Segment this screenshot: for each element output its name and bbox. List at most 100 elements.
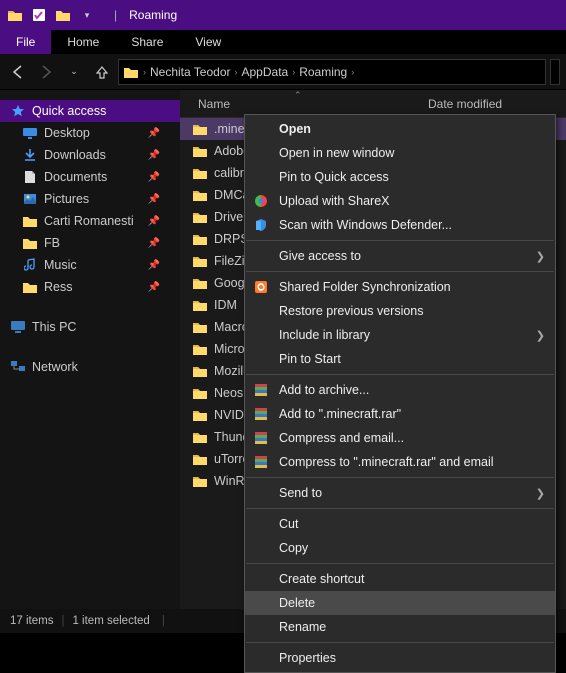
breadcrumb[interactable]: Roaming› bbox=[299, 65, 354, 79]
menu-item[interactable]: Properties bbox=[245, 646, 555, 670]
menu-item[interactable]: Cut bbox=[245, 512, 555, 536]
folder-icon bbox=[22, 236, 38, 250]
menu-item-label: Compress to ".minecraft.rar" and email bbox=[279, 455, 494, 469]
nav-label: Ress bbox=[44, 280, 72, 294]
menu-item-label: Restore previous versions bbox=[279, 304, 424, 318]
folder-icon[interactable] bbox=[4, 4, 26, 26]
menu-item[interactable]: Delete bbox=[245, 591, 555, 615]
folder-icon bbox=[192, 276, 208, 290]
menu-separator bbox=[246, 271, 554, 272]
menu-item[interactable]: Shared Folder Synchronization bbox=[245, 275, 555, 299]
menu-item[interactable]: Open bbox=[245, 117, 555, 141]
menu-item-label: Add to archive... bbox=[279, 383, 369, 397]
pin-icon: 📌 bbox=[148, 128, 160, 139]
recent-dropdown[interactable]: ⌄ bbox=[62, 60, 86, 84]
back-button[interactable] bbox=[6, 60, 30, 84]
folder-icon bbox=[192, 254, 208, 268]
nav-item[interactable]: Ress 📌 bbox=[0, 276, 180, 298]
folder-icon bbox=[192, 122, 208, 136]
folder-icon bbox=[192, 166, 208, 180]
nav-item[interactable]: Desktop 📌 bbox=[0, 122, 180, 144]
column-name[interactable]: Name ⌃ bbox=[180, 97, 420, 111]
menu-item-label: Include in library bbox=[279, 328, 370, 342]
menu-item-label: Open bbox=[279, 122, 311, 136]
menu-separator bbox=[246, 563, 554, 564]
menu-item[interactable]: Send to❯ bbox=[245, 481, 555, 505]
tab-file[interactable]: File bbox=[0, 30, 51, 54]
folder-icon bbox=[192, 232, 208, 246]
breadcrumb[interactable]: AppData› bbox=[242, 65, 296, 79]
menu-item-label: Rename bbox=[279, 620, 326, 634]
tab-home[interactable]: Home bbox=[51, 30, 115, 54]
menu-item[interactable]: Rename bbox=[245, 615, 555, 639]
folder-icon bbox=[192, 320, 208, 334]
folder-icon bbox=[22, 280, 38, 294]
music-icon bbox=[22, 258, 38, 272]
nav-this-pc[interactable]: This PC bbox=[0, 316, 180, 338]
nav-label: Pictures bbox=[44, 192, 89, 206]
folder-icon bbox=[192, 474, 208, 488]
menu-item[interactable]: Open in new window bbox=[245, 141, 555, 165]
folder-icon-2[interactable] bbox=[52, 4, 74, 26]
breadcrumb-sep[interactable]: › bbox=[143, 67, 146, 77]
pin-icon: 📌 bbox=[148, 260, 160, 271]
nav-item[interactable]: Pictures 📌 bbox=[0, 188, 180, 210]
menu-item[interactable]: Include in library❯ bbox=[245, 323, 555, 347]
properties-icon[interactable] bbox=[28, 4, 50, 26]
nav-label: Quick access bbox=[32, 104, 106, 118]
menu-item[interactable]: Scan with Windows Defender... bbox=[245, 213, 555, 237]
nav-item[interactable]: Documents 📌 bbox=[0, 166, 180, 188]
folder-icon bbox=[192, 452, 208, 466]
folder-icon bbox=[192, 430, 208, 444]
tab-view[interactable]: View bbox=[179, 30, 237, 54]
up-button[interactable] bbox=[90, 60, 114, 84]
menu-item[interactable]: Create shortcut bbox=[245, 567, 555, 591]
winrar-icon bbox=[253, 406, 269, 422]
nav-label: FB bbox=[44, 236, 60, 250]
folder-icon bbox=[192, 188, 208, 202]
folder-icon bbox=[192, 298, 208, 312]
menu-item[interactable]: Add to ".minecraft.rar" bbox=[245, 402, 555, 426]
menu-item[interactable]: Upload with ShareX bbox=[245, 189, 555, 213]
desktop-icon bbox=[22, 126, 38, 140]
window-title: Roaming bbox=[123, 8, 177, 22]
ribbon-tabs: File Home Share View bbox=[0, 30, 566, 54]
nav-item[interactable]: Carti Romanesti 📌 bbox=[0, 210, 180, 232]
column-date-modified[interactable]: Date modified bbox=[420, 97, 566, 111]
menu-item[interactable]: Restore previous versions bbox=[245, 299, 555, 323]
menu-item[interactable]: Give access to❯ bbox=[245, 244, 555, 268]
menu-item-label: Create shortcut bbox=[279, 572, 364, 586]
pin-icon: 📌 bbox=[148, 150, 160, 161]
menu-item[interactable]: Compress to ".minecraft.rar" and email bbox=[245, 450, 555, 474]
forward-button[interactable] bbox=[34, 60, 58, 84]
pin-icon: 📌 bbox=[148, 172, 160, 183]
menu-item-label: Upload with ShareX bbox=[279, 194, 389, 208]
nav-item[interactable]: Downloads 📌 bbox=[0, 144, 180, 166]
breadcrumb[interactable]: Nechita Teodor› bbox=[150, 65, 238, 79]
title-bar: ▾ | Roaming bbox=[0, 0, 566, 30]
status-sep: | bbox=[162, 615, 165, 627]
menu-separator bbox=[246, 508, 554, 509]
menu-item-label: Delete bbox=[279, 596, 315, 610]
nav-quick-access[interactable]: Quick access bbox=[0, 100, 180, 122]
nav-item[interactable]: FB 📌 bbox=[0, 232, 180, 254]
search-input[interactable] bbox=[550, 59, 560, 85]
folder-icon bbox=[192, 144, 208, 158]
nav-network[interactable]: Network bbox=[0, 356, 180, 378]
winrar-icon bbox=[253, 382, 269, 398]
nav-label: Carti Romanesti bbox=[44, 214, 134, 228]
tab-share[interactable]: Share bbox=[115, 30, 179, 54]
menu-item[interactable]: Compress and email... bbox=[245, 426, 555, 450]
folder-icon bbox=[123, 65, 139, 79]
menu-item[interactable]: Pin to Quick access bbox=[245, 165, 555, 189]
menu-item[interactable]: Add to archive... bbox=[245, 378, 555, 402]
address-bar[interactable]: › Nechita Teodor› AppData› Roaming› bbox=[118, 59, 546, 85]
qat-dropdown-icon[interactable]: ▾ bbox=[76, 4, 98, 26]
nav-label: Desktop bbox=[44, 126, 90, 140]
folder-icon bbox=[192, 386, 208, 400]
navigation-pane: Quick access Desktop 📌 Downloads 📌 Docum… bbox=[0, 90, 180, 609]
folder-icon bbox=[192, 364, 208, 378]
menu-item[interactable]: Pin to Start bbox=[245, 347, 555, 371]
menu-item[interactable]: Copy bbox=[245, 536, 555, 560]
nav-item[interactable]: Music 📌 bbox=[0, 254, 180, 276]
